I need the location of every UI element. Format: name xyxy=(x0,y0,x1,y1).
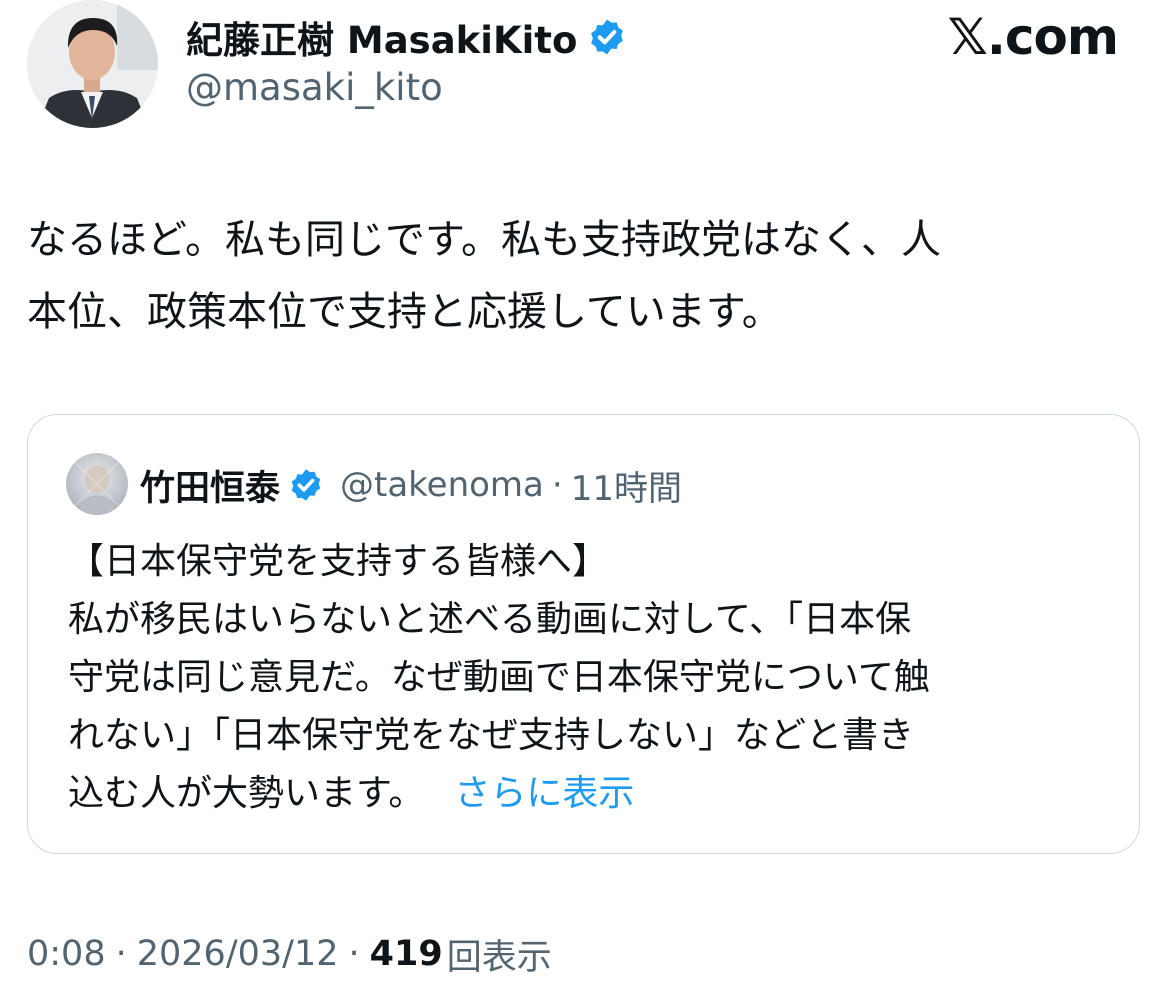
quoted-text-last-line: 込む人が大勢います。 さらに表示 xyxy=(68,765,1108,823)
author-handle[interactable]: @masaki_kito xyxy=(186,66,443,109)
tweet-date[interactable]: 2026/03/12 xyxy=(137,934,339,974)
quoted-timestamp[interactable]: 11時間 xyxy=(571,461,682,510)
quoted-text-line: 守党は同じ意見だ。なぜ動画で日本保守党について触 xyxy=(68,657,930,698)
views-label: 回表示 xyxy=(446,937,552,978)
quoted-tweet-card[interactable]: 竹田恒泰 @takenoma · 11時間 【日本保守党を支持する皆様へ】 私が… xyxy=(27,414,1140,854)
views-count: 419 xyxy=(369,934,443,974)
quoted-author-photo xyxy=(73,460,121,515)
quoted-text-line: 【日本保守党を支持する皆様へ】 xyxy=(68,541,609,582)
author-name-row: 紀藤正樹 MasakiKito xyxy=(186,12,627,62)
quoted-handle[interactable]: @takenoma xyxy=(340,465,544,505)
author-photo xyxy=(27,0,158,128)
quoted-display-name[interactable]: 竹田恒泰 xyxy=(140,460,280,511)
tweet-time[interactable]: 0:08 xyxy=(27,934,106,974)
quoted-verified-badge-icon xyxy=(288,467,324,503)
tweet-text: なるほど。私も同じです。私も支持政党はなく、人 本位、政策本位で支持と応援してい… xyxy=(27,204,1137,348)
quoted-header: 竹田恒泰 @takenoma · 11時間 xyxy=(140,459,682,511)
verified-badge-icon xyxy=(587,17,627,57)
quoted-author-avatar[interactable] xyxy=(66,453,128,515)
tweet-text-line: 本位、政策本位で支持と応援しています。 xyxy=(27,289,782,335)
x-brand-logo: 𝕏.com xyxy=(947,8,1119,66)
meta-separator: · xyxy=(348,934,360,974)
quoted-text-line: れない」「日本保守党をなぜ支持しない」などと書き xyxy=(68,715,915,756)
meta-separator: · xyxy=(115,934,127,974)
quoted-text-line: 私が移民はいらないと述べる動画に対して、「日本保 xyxy=(68,599,912,640)
quoted-separator: · xyxy=(551,465,563,505)
tweet-text-line: なるほど。私も同じです。私も支持政党はなく、人 xyxy=(27,217,941,263)
author-avatar[interactable] xyxy=(27,0,158,128)
quoted-text-line: 込む人が大勢います。 xyxy=(68,773,425,814)
quoted-tweet-text: 【日本保守党を支持する皆様へ】 私が移民はいらないと述べる動画に対して、「日本保… xyxy=(68,533,1108,823)
author-display-name[interactable]: 紀藤正樹 MasakiKito xyxy=(186,10,577,64)
show-more-link[interactable]: さらに表示 xyxy=(454,773,634,814)
tweet-meta: 0:08 · 2026/03/12 · 419 回表示 xyxy=(27,928,552,980)
